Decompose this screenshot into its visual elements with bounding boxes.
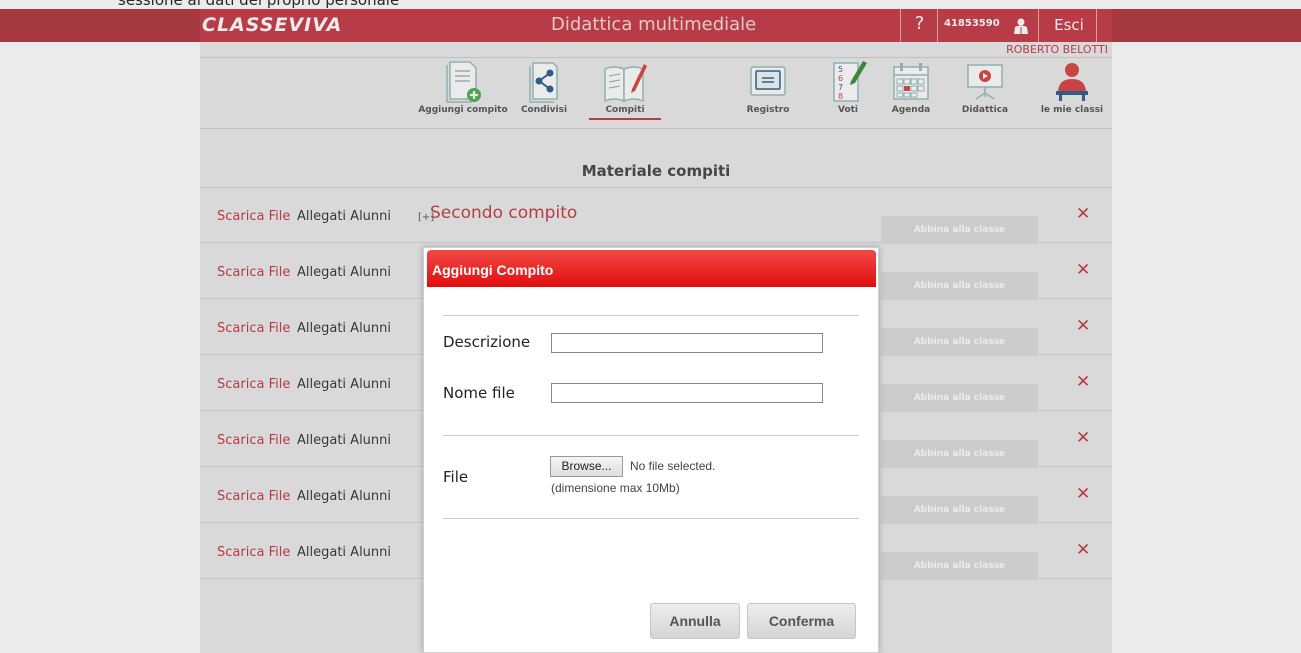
add-task-dialog: Aggiungi Compito Descrizione Nome file F… [423,247,879,653]
browse-button[interactable]: Browse... [550,456,623,477]
dialog-divider [443,435,859,436]
page: sessione ai dati del proprio personale C… [0,0,1301,653]
file-label: File [443,468,469,486]
dialog-header[interactable]: Aggiungi Compito [427,250,876,287]
dialog-divider [443,315,859,316]
filename-field[interactable] [551,383,823,403]
dialog-divider [443,518,859,519]
cancel-button[interactable]: Annulla [650,603,740,639]
confirm-button[interactable]: Conferma [747,603,856,639]
file-status-text: No file selected. [630,459,716,473]
description-field[interactable] [551,333,823,353]
description-label: Descrizione [443,333,531,351]
max-size-hint: (dimensione max 10Mb) [551,481,680,495]
dialog-title: Aggiungi Compito [432,262,554,278]
filename-label: Nome file [443,384,515,402]
